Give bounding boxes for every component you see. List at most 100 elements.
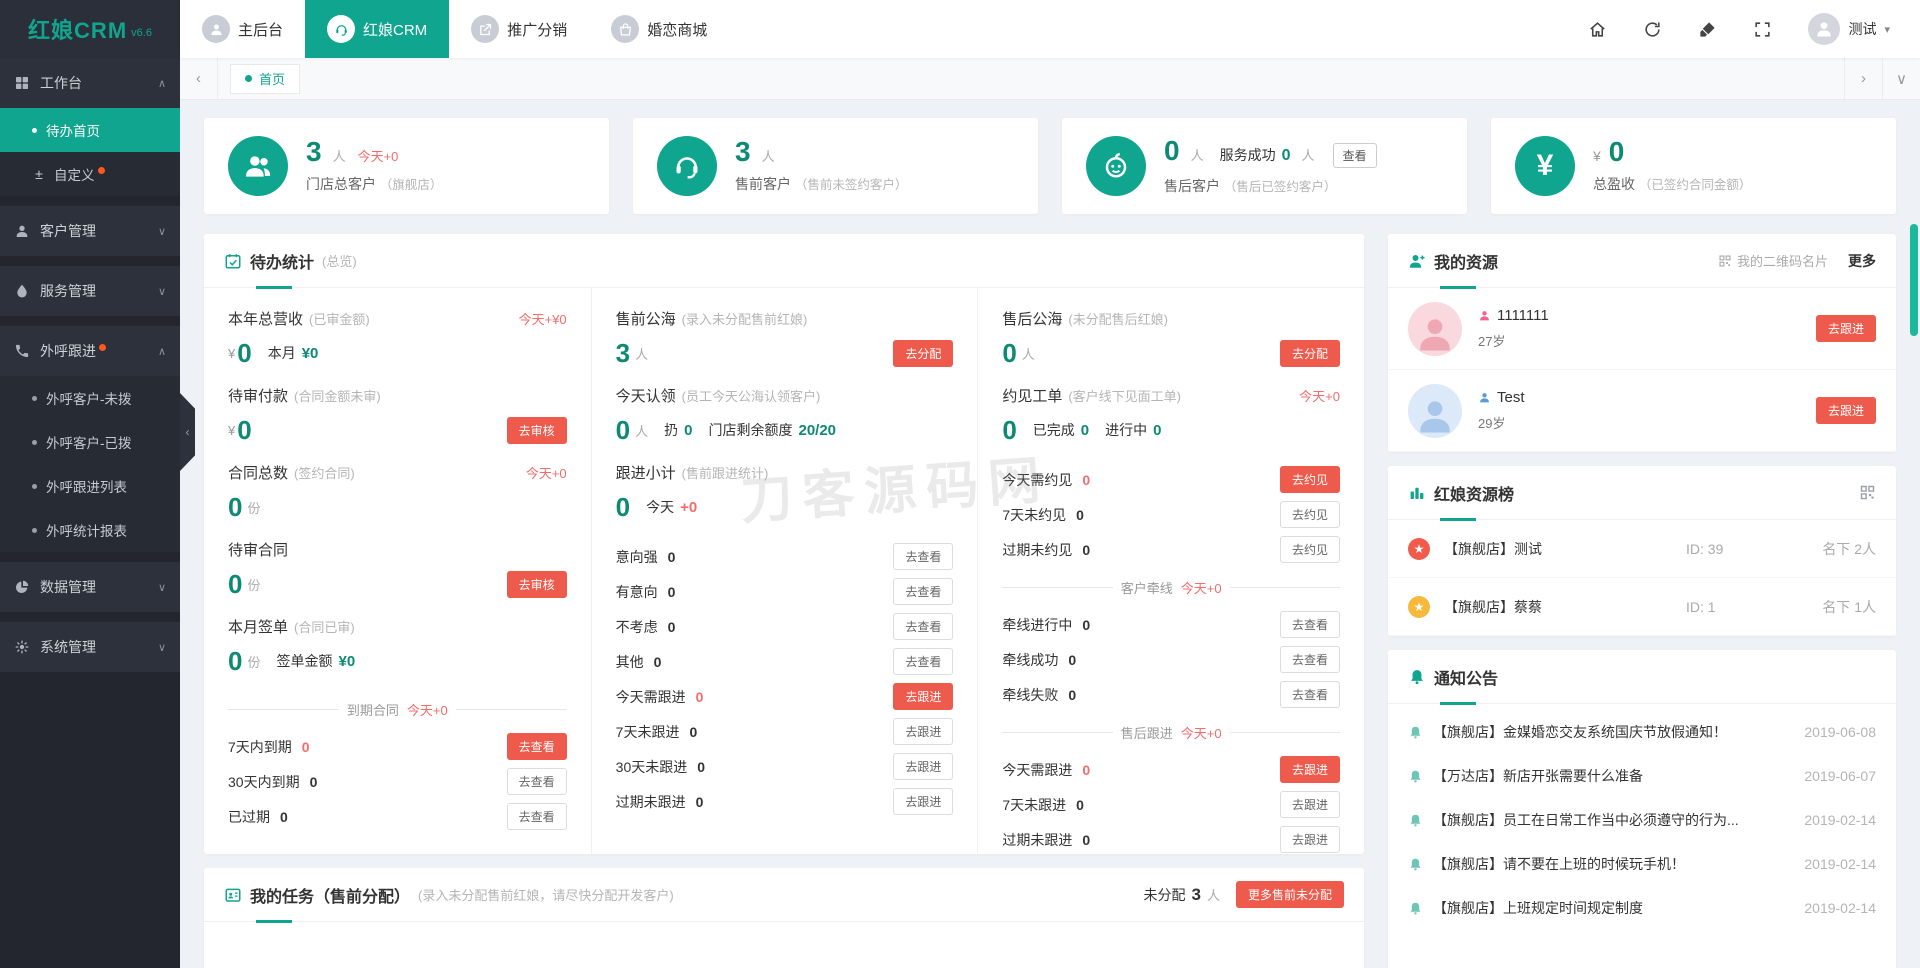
todo-panel-body: 本年总营收 (已审金额) 今天+¥0 ¥0 本月 ¥0 待审付款 (合同金额未审) ¥0 去…: [204, 288, 1364, 854]
mini-row-asfollow-today: 今天需跟进 0 去跟进: [1002, 752, 1340, 787]
go-follow-button[interactable]: 去跟进: [1279, 826, 1340, 853]
row-value: 0: [1076, 796, 1084, 813]
app-logo: 红娘CRM v6.6: [0, 0, 180, 58]
go-assign-button[interactable]: 去分配: [893, 339, 954, 367]
sidebar-item-workbench[interactable]: 工作台 ∧: [0, 58, 180, 108]
refresh-icon[interactable]: [1643, 20, 1662, 39]
topnav-tab-backend[interactable]: 主后台: [180, 0, 305, 58]
ranking-row[interactable]: ★ 【旗舰店】测试 ID: 39 名下 2人: [1388, 520, 1896, 578]
sidebar-item-label: 外呼跟进列表: [46, 480, 127, 495]
go-view-button[interactable]: 去查看: [506, 733, 567, 760]
user-menu[interactable]: 测试 ▾: [1808, 13, 1890, 45]
go-follow-button[interactable]: 去跟进: [1815, 315, 1876, 342]
tabs-menu-toggle[interactable]: ∨: [1882, 58, 1920, 99]
block-title: 本月签单: [228, 619, 289, 636]
go-view-button[interactable]: 去查看: [893, 648, 954, 675]
go-meet-button[interactable]: 去约见: [1279, 536, 1340, 563]
go-audit-button[interactable]: 去审核: [506, 416, 567, 444]
resource-item[interactable]: 1111111 27岁 去跟进: [1388, 288, 1896, 370]
avatar: [1808, 13, 1841, 45]
block-value: 0: [615, 492, 631, 522]
notice-row[interactable]: 【旗舰店】金媒婚恋交友系统国庆节放假通知！ 2019-06-08: [1388, 710, 1896, 754]
menu-group-services: 服务管理 ∨: [0, 266, 180, 316]
more-link[interactable]: 更多: [1848, 251, 1876, 271]
mini-row-expired: 已过期 0 去查看: [228, 799, 567, 834]
go-view-button[interactable]: 去查看: [893, 578, 954, 605]
topnav-tab-crm[interactable]: 红娘CRM: [305, 0, 450, 58]
title-underline: [1440, 518, 1476, 521]
qr-icon[interactable]: [1859, 484, 1876, 501]
divider-label: 到期合同: [346, 702, 399, 718]
block-note: (已审金额): [309, 312, 370, 327]
sidebar-item-todo-home[interactable]: 待办首页: [0, 108, 180, 152]
tabs-scroll-right[interactable]: ›: [1844, 58, 1882, 99]
go-assign-button[interactable]: 去分配: [1279, 339, 1340, 367]
ranking-count: 名下 2人: [1822, 540, 1876, 557]
ranking-row[interactable]: ★ 【旗舰店】蔡蔡 ID: 1 名下 1人: [1388, 578, 1896, 636]
sidebar-item-outcall[interactable]: 外呼跟进 ∧: [0, 326, 180, 376]
stat-card-info: ¥ 0 总盈收 （已签约合同金额）: [1593, 138, 1872, 194]
sidebar-item-label: 服务管理: [40, 283, 96, 299]
go-view-button[interactable]: 去查看: [1279, 611, 1340, 638]
qr-card-link[interactable]: 我的二维码名片: [1718, 251, 1828, 270]
tab-dot-icon: [245, 75, 252, 82]
notice-row[interactable]: 【万达店】新店开张需要什么准备 2019-06-07: [1388, 754, 1896, 798]
clean-icon[interactable]: [1698, 20, 1717, 39]
notice-row[interactable]: 【旗舰店】请不要在上班的时候玩手机！ 2019-02-14: [1388, 842, 1896, 886]
fullscreen-icon[interactable]: [1753, 20, 1772, 39]
go-follow-button[interactable]: 去跟进: [1279, 756, 1340, 783]
topnav-tab-mall[interactable]: 婚恋商城: [589, 0, 729, 58]
view-button[interactable]: 查看: [1332, 142, 1377, 168]
resource-item[interactable]: Test 29岁 去跟进: [1388, 370, 1896, 452]
go-view-button[interactable]: 去查看: [1279, 681, 1340, 708]
sidebar-item-label: 待办首页: [46, 124, 100, 139]
notice-row[interactable]: 【旗舰店】上班规定时间规定制度 2019-02-14: [1388, 886, 1896, 930]
tab-home[interactable]: 首页: [230, 63, 301, 94]
quota-value: 20/20: [798, 421, 837, 439]
go-meet-button[interactable]: 去约见: [1279, 466, 1340, 493]
go-follow-button[interactable]: 去跟进: [893, 788, 954, 815]
notice-date: 2019-06-07: [1804, 768, 1876, 784]
more-unassigned-button[interactable]: 更多售前未分配: [1235, 881, 1344, 908]
go-follow-button[interactable]: 去跟进: [893, 718, 954, 745]
notice-text: 【旗舰店】上班规定时间规定制度: [1433, 900, 1643, 916]
block-today: 今天+0: [1299, 389, 1340, 404]
notice-text: 【旗舰店】金媒婚恋交友系统国庆节放假通知！: [1433, 724, 1727, 740]
sidebar-item-outcall-undialed[interactable]: 外呼客户-未拨: [0, 376, 180, 420]
go-follow-button[interactable]: 去跟进: [893, 683, 954, 710]
sidebar-item-outcall-report[interactable]: 外呼统计报表: [0, 508, 180, 552]
go-meet-button[interactable]: 去约见: [1279, 501, 1340, 528]
bell-icon: [1408, 769, 1423, 784]
grid-icon: [14, 75, 30, 91]
sidebar-item-data[interactable]: 数据管理 ∨: [0, 562, 180, 612]
menu-group-outcall: 外呼跟进 ∧ 外呼客户-未拨 外呼客户-已拨 外呼跟进列表 外呼统计报表: [0, 326, 180, 552]
go-view-button[interactable]: 去查看: [506, 803, 567, 830]
sidebar-item-outcall-dialed[interactable]: 外呼客户-已拨: [0, 420, 180, 464]
home-icon[interactable]: [1588, 20, 1607, 39]
topnav-tab-promotion[interactable]: 推广分销: [449, 0, 589, 58]
app-logo-text: 红娘CRM: [28, 18, 128, 43]
sidebar-item-outcall-followlist[interactable]: 外呼跟进列表: [0, 464, 180, 508]
go-view-button[interactable]: 去查看: [893, 613, 954, 640]
go-view-button[interactable]: 去查看: [506, 768, 567, 795]
go-view-button[interactable]: 去查看: [893, 543, 954, 570]
sidebar-item-system[interactable]: 系统管理 ∨: [0, 622, 180, 672]
go-follow-button[interactable]: 去跟进: [1279, 791, 1340, 818]
row-label: 牵线进行中: [1002, 616, 1073, 633]
notice-row[interactable]: 【旗舰店】员工在日常工作当中必须遵守的行为... 2019-02-14: [1388, 798, 1896, 842]
sidebar-item-custom[interactable]: ± 自定义: [0, 152, 180, 196]
go-audit-button[interactable]: 去审核: [506, 570, 567, 598]
done-label: 已完成: [1032, 422, 1075, 438]
tabs-scroll-left[interactable]: ‹: [180, 58, 218, 99]
sidebar-item-customers[interactable]: 客户管理 ∨: [0, 206, 180, 256]
todo-panel-header: 待办统计 (总览): [204, 234, 1364, 289]
go-follow-button[interactable]: 去跟进: [1815, 397, 1876, 424]
scrollbar-thumb[interactable]: [1910, 224, 1918, 336]
todo-col-aftersale: 售后公海 (未分配售后红娘) 0 人去分配 约见工单 (客户线下见面工单) 今天+0 0…: [977, 288, 1364, 854]
block-note: (合同金额未审): [294, 389, 381, 404]
block-title: 合同总数: [228, 465, 289, 482]
sidebar-item-services[interactable]: 服务管理 ∨: [0, 266, 180, 316]
go-view-button[interactable]: 去查看: [1279, 646, 1340, 673]
go-follow-button[interactable]: 去跟进: [893, 753, 954, 780]
panel-title: 我的资源: [1434, 254, 1499, 272]
